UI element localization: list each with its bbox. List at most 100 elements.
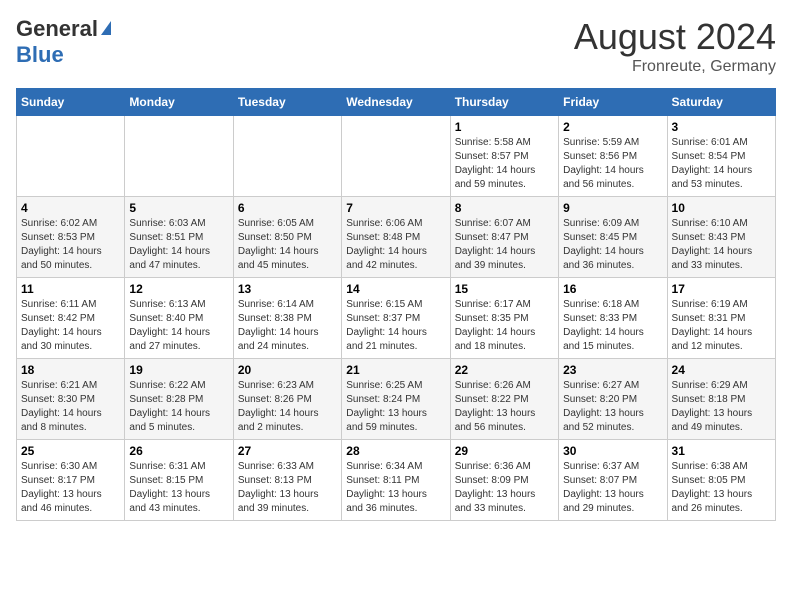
day-number: 9 bbox=[563, 201, 662, 215]
day-info: Sunrise: 6:14 AMSunset: 8:38 PMDaylight:… bbox=[238, 298, 337, 354]
day-number: 18 bbox=[21, 363, 120, 377]
logo-blue: Blue bbox=[16, 42, 64, 68]
day-number: 11 bbox=[21, 282, 120, 296]
day-info: Sunrise: 6:33 AMSunset: 8:13 PMDaylight:… bbox=[238, 460, 337, 516]
calendar-cell: 31 Sunrise: 6:38 AMSunset: 8:05 PMDayligh… bbox=[667, 440, 775, 521]
day-number: 30 bbox=[563, 444, 662, 458]
calendar-cell: 16Sunrise: 6:18 AMSunset: 8:33 PMDayligh… bbox=[559, 278, 667, 359]
day-of-week-header: Thursday bbox=[450, 89, 558, 116]
day-number: 5 bbox=[129, 201, 228, 215]
day-number: 14 bbox=[346, 282, 445, 296]
calendar-cell: 11 Sunrise: 6:11 AMSunset: 8:42 PMDayligh… bbox=[17, 278, 125, 359]
calendar-table: SundayMondayTuesdayWednesdayThursdayFrid… bbox=[16, 88, 776, 521]
logo-icon bbox=[101, 21, 111, 35]
calendar-cell: 20 Sunrise: 6:23 AMSunset: 8:26 PMDayligh… bbox=[233, 359, 341, 440]
calendar-cell bbox=[125, 116, 233, 197]
day-info: Sunrise: 6:10 AMSunset: 8:43 PMDaylight:… bbox=[672, 217, 771, 273]
calendar-cell: 7 Sunrise: 6:06 AMSunset: 8:48 PMDaylight… bbox=[342, 197, 450, 278]
day-of-week-header: Wednesday bbox=[342, 89, 450, 116]
day-info: Sunrise: 6:31 AMSunset: 8:15 PMDaylight:… bbox=[129, 460, 228, 516]
day-number: 8 bbox=[455, 201, 554, 215]
calendar-cell bbox=[233, 116, 341, 197]
calendar-header: SundayMondayTuesdayWednesdayThursdayFrid… bbox=[17, 89, 776, 116]
day-info: Sunrise: 6:21 AMSunset: 8:30 PMDaylight:… bbox=[21, 379, 120, 435]
calendar-cell: 25Sunrise: 6:30 AMSunset: 8:17 PMDayligh… bbox=[17, 440, 125, 521]
day-info: Sunrise: 5:58 AMSunset: 8:57 PMDaylight:… bbox=[455, 136, 554, 192]
day-number: 6 bbox=[238, 201, 337, 215]
day-number: 13 bbox=[238, 282, 337, 296]
calendar-cell: 21 Sunrise: 6:25 AMSunset: 8:24 PMDayligh… bbox=[342, 359, 450, 440]
day-number: 19 bbox=[129, 363, 228, 377]
calendar-cell: 1 Sunrise: 5:58 AMSunset: 8:57 PMDaylight… bbox=[450, 116, 558, 197]
calendar-cell: 26 Sunrise: 6:31 AMSunset: 8:15 PMDayligh… bbox=[125, 440, 233, 521]
calendar-cell: 28Sunrise: 6:34 AMSunset: 8:11 PMDayligh… bbox=[342, 440, 450, 521]
logo-general: General bbox=[16, 16, 98, 42]
day-info: Sunrise: 6:06 AMSunset: 8:48 PMDaylight:… bbox=[346, 217, 445, 273]
calendar-cell: 19 Sunrise: 6:22 AMSunset: 8:28 PMDayligh… bbox=[125, 359, 233, 440]
day-info: Sunrise: 5:59 AMSunset: 8:56 PMDaylight:… bbox=[563, 136, 662, 192]
day-number: 7 bbox=[346, 201, 445, 215]
day-info: Sunrise: 6:29 AMSunset: 8:18 PMDaylight:… bbox=[672, 379, 771, 435]
calendar-week-row: 18 Sunrise: 6:21 AMSunset: 8:30 PMDayligh… bbox=[17, 359, 776, 440]
day-info: Sunrise: 6:30 AMSunset: 8:17 PMDaylight:… bbox=[21, 460, 120, 516]
day-info: Sunrise: 6:13 AMSunset: 8:40 PMDaylight:… bbox=[129, 298, 228, 354]
day-info: Sunrise: 6:36 AMSunset: 8:09 PMDaylight:… bbox=[455, 460, 554, 516]
day-of-week-header: Friday bbox=[559, 89, 667, 116]
day-number: 28 bbox=[346, 444, 445, 458]
day-info: Sunrise: 6:26 AMSunset: 8:22 PMDaylight:… bbox=[455, 379, 554, 435]
day-info: Sunrise: 6:25 AMSunset: 8:24 PMDaylight:… bbox=[346, 379, 445, 435]
month-year: August 2024 bbox=[574, 16, 776, 58]
calendar-cell: 13 Sunrise: 6:14 AMSunset: 8:38 PMDayligh… bbox=[233, 278, 341, 359]
day-info: Sunrise: 6:22 AMSunset: 8:28 PMDaylight:… bbox=[129, 379, 228, 435]
calendar-week-row: 1 Sunrise: 5:58 AMSunset: 8:57 PMDaylight… bbox=[17, 116, 776, 197]
day-number: 20 bbox=[238, 363, 337, 377]
calendar-cell: 9 Sunrise: 6:09 AMSunset: 8:45 PMDaylight… bbox=[559, 197, 667, 278]
calendar-cell: 14Sunrise: 6:15 AMSunset: 8:37 PMDayligh… bbox=[342, 278, 450, 359]
calendar-cell: 3 Sunrise: 6:01 AMSunset: 8:54 PMDaylight… bbox=[667, 116, 775, 197]
day-number: 29 bbox=[455, 444, 554, 458]
calendar-cell: 22 Sunrise: 6:26 AMSunset: 8:22 PMDayligh… bbox=[450, 359, 558, 440]
day-number: 31 bbox=[672, 444, 771, 458]
calendar-cell: 6 Sunrise: 6:05 AMSunset: 8:50 PMDaylight… bbox=[233, 197, 341, 278]
day-number: 26 bbox=[129, 444, 228, 458]
calendar-body: 1 Sunrise: 5:58 AMSunset: 8:57 PMDaylight… bbox=[17, 116, 776, 521]
location: Fronreute, Germany bbox=[574, 58, 776, 76]
calendar-cell: 12Sunrise: 6:13 AMSunset: 8:40 PMDayligh… bbox=[125, 278, 233, 359]
day-of-week-header: Sunday bbox=[17, 89, 125, 116]
day-number: 10 bbox=[672, 201, 771, 215]
day-info: Sunrise: 6:23 AMSunset: 8:26 PMDaylight:… bbox=[238, 379, 337, 435]
day-info: Sunrise: 6:09 AMSunset: 8:45 PMDaylight:… bbox=[563, 217, 662, 273]
days-of-week-row: SundayMondayTuesdayWednesdayThursdayFrid… bbox=[17, 89, 776, 116]
day-of-week-header: Saturday bbox=[667, 89, 775, 116]
calendar-cell: 15Sunrise: 6:17 AMSunset: 8:35 PMDayligh… bbox=[450, 278, 558, 359]
calendar-week-row: 4Sunrise: 6:02 AMSunset: 8:53 PMDaylight… bbox=[17, 197, 776, 278]
day-info: Sunrise: 6:18 AMSunset: 8:33 PMDaylight:… bbox=[563, 298, 662, 354]
day-info: Sunrise: 6:05 AMSunset: 8:50 PMDaylight:… bbox=[238, 217, 337, 273]
calendar-cell bbox=[17, 116, 125, 197]
day-number: 22 bbox=[455, 363, 554, 377]
day-number: 23 bbox=[563, 363, 662, 377]
day-of-week-header: Monday bbox=[125, 89, 233, 116]
calendar-cell: 8 Sunrise: 6:07 AMSunset: 8:47 PMDaylight… bbox=[450, 197, 558, 278]
day-number: 27 bbox=[238, 444, 337, 458]
calendar-week-row: 25Sunrise: 6:30 AMSunset: 8:17 PMDayligh… bbox=[17, 440, 776, 521]
calendar-week-row: 11 Sunrise: 6:11 AMSunset: 8:42 PMDayligh… bbox=[17, 278, 776, 359]
calendar-cell: 2Sunrise: 5:59 AMSunset: 8:56 PMDaylight… bbox=[559, 116, 667, 197]
day-info: Sunrise: 6:03 AMSunset: 8:51 PMDaylight:… bbox=[129, 217, 228, 273]
calendar-cell: 24Sunrise: 6:29 AMSunset: 8:18 PMDayligh… bbox=[667, 359, 775, 440]
day-info: Sunrise: 6:11 AMSunset: 8:42 PMDaylight:… bbox=[21, 298, 120, 354]
calendar-cell: 27 Sunrise: 6:33 AMSunset: 8:13 PMDayligh… bbox=[233, 440, 341, 521]
calendar-cell: 29 Sunrise: 6:36 AMSunset: 8:09 PMDayligh… bbox=[450, 440, 558, 521]
day-number: 1 bbox=[455, 120, 554, 134]
logo: General Blue bbox=[16, 16, 111, 68]
day-number: 21 bbox=[346, 363, 445, 377]
calendar-cell: 30Sunrise: 6:37 AMSunset: 8:07 PMDayligh… bbox=[559, 440, 667, 521]
day-info: Sunrise: 6:27 AMSunset: 8:20 PMDaylight:… bbox=[563, 379, 662, 435]
calendar-cell: 10 Sunrise: 6:10 AMSunset: 8:43 PMDayligh… bbox=[667, 197, 775, 278]
day-info: Sunrise: 6:38 AMSunset: 8:05 PMDaylight:… bbox=[672, 460, 771, 516]
day-info: Sunrise: 6:07 AMSunset: 8:47 PMDaylight:… bbox=[455, 217, 554, 273]
page-header: General Blue August 2024 Fronreute, Germ… bbox=[16, 16, 776, 76]
day-number: 3 bbox=[672, 120, 771, 134]
day-of-week-header: Tuesday bbox=[233, 89, 341, 116]
day-info: Sunrise: 6:01 AMSunset: 8:54 PMDaylight:… bbox=[672, 136, 771, 192]
